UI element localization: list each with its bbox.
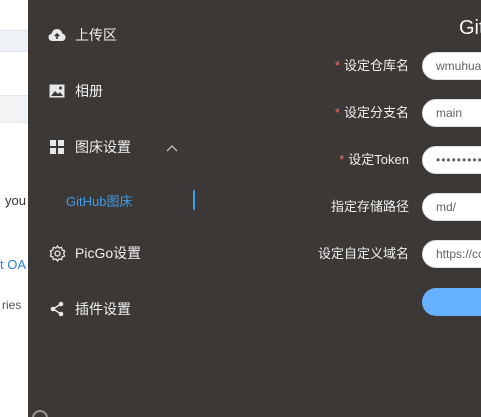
path-input[interactable]: md/ [422, 193, 481, 221]
required-mark: * [334, 105, 340, 120]
field-label-token: * 设定Token [339, 152, 409, 167]
required-mark: * [334, 58, 340, 73]
field-label-repo: * 设定仓库名 [334, 58, 409, 73]
picgo-window: 上传区 相册 图床设置 GitHub图床 PicGo设置 插件设置 Gi * 设… [28, 0, 481, 417]
custom-domain-input[interactable]: https://cc [422, 240, 481, 268]
cloud-upload-icon [48, 26, 66, 44]
sidebar-item-plugin-settings[interactable]: 插件设置 [48, 297, 131, 321]
field-label-branch: * 设定分支名 [334, 105, 409, 120]
confirm-button[interactable] [422, 288, 481, 316]
field-label-custom-domain: 设定自定义域名 [317, 246, 409, 261]
background-page: you t OA ries [0, 0, 28, 417]
sidebar: 上传区 相册 图床设置 GitHub图床 PicGo设置 插件设置 [28, 0, 208, 417]
sidebar-item-image-host-settings[interactable]: 图床设置 [48, 135, 178, 159]
image-icon [48, 82, 66, 100]
token-input[interactable]: •••••••••••• [422, 146, 481, 174]
sidebar-subitem-github[interactable]: GitHub图床 [66, 191, 132, 210]
chevron-up-icon [166, 139, 178, 155]
background-row-shaded [0, 95, 28, 123]
sidebar-item-picgo-settings[interactable]: PicGo设置 [48, 241, 141, 265]
share-icon [48, 300, 66, 318]
sidebar-item-album[interactable]: 相册 [48, 79, 103, 103]
required-mark: * [339, 152, 345, 167]
grid-icon [48, 138, 66, 156]
gear-icon [48, 244, 66, 262]
info-icon[interactable] [32, 410, 48, 417]
background-text: ries [2, 298, 22, 312]
sidebar-item-label: PicGo设置 [75, 245, 142, 261]
background-link[interactable]: t OA [0, 257, 26, 272]
sidebar-item-label: 图床设置 [75, 139, 131, 155]
settings-form: Git *设定仓库名 wmuhua *设定分支名 main *设定Token •… [208, 0, 481, 417]
background-row-highlight [0, 30, 28, 52]
sidebar-item-upload[interactable]: 上传区 [48, 23, 117, 47]
sidebar-item-label: 相册 [75, 83, 103, 99]
background-text: you [5, 193, 26, 208]
branch-input[interactable]: main [422, 99, 481, 127]
sidebar-item-label: 插件设置 [75, 301, 131, 317]
sidebar-item-label: 上传区 [75, 27, 117, 43]
active-indicator [193, 190, 195, 210]
field-label-path: 指定存储路径 [330, 199, 409, 214]
repo-input[interactable]: wmuhua [422, 52, 481, 80]
page-title: Git [459, 17, 481, 39]
